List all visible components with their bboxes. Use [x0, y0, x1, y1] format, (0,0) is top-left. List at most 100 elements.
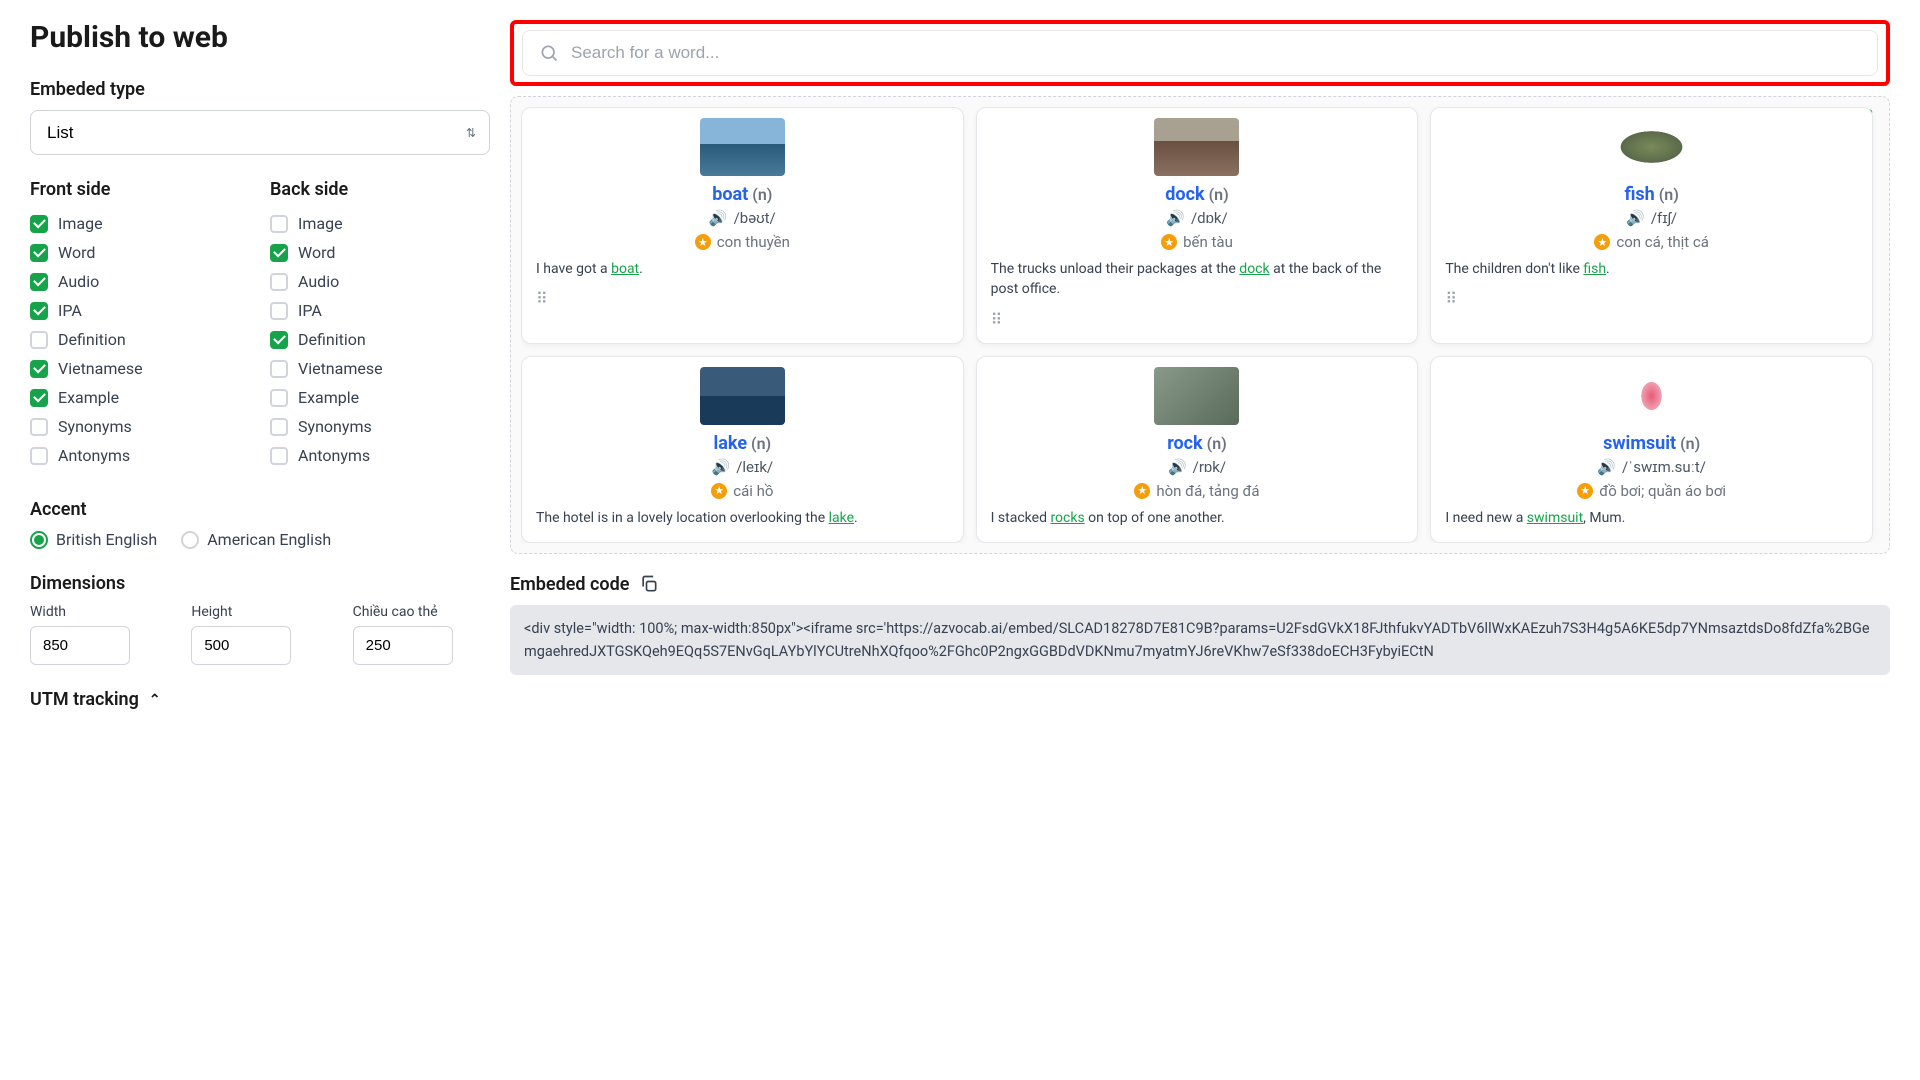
- width-input[interactable]: [30, 626, 130, 665]
- audio-icon[interactable]: 🔊: [1168, 458, 1187, 476]
- utm-label: UTM tracking: [30, 689, 139, 710]
- card-definition: cái hồ: [733, 482, 773, 500]
- back-checkbox-vietnamese[interactable]: [270, 360, 288, 378]
- vocab-card[interactable]: lake (n) 🔊 /leɪk/ ★ cái hồ The hotel is in a …: [521, 356, 964, 543]
- front-checkbox-antonyms[interactable]: [30, 447, 48, 465]
- audio-icon[interactable]: 🔊: [1166, 209, 1185, 227]
- card-image: [1609, 118, 1694, 176]
- back-option-label: IPA: [298, 301, 322, 320]
- accent-radio-british-english[interactable]: British English: [30, 530, 157, 549]
- card-definition: con cá, thịt cá: [1616, 233, 1709, 251]
- back-checkbox-synonyms[interactable]: [270, 418, 288, 436]
- front-checkbox-vietnamese[interactable]: [30, 360, 48, 378]
- vocab-card[interactable]: boat (n)🔊/bəʊt/★con thuyềnI have got a b…: [521, 107, 964, 344]
- front-checkbox-ipa[interactable]: [30, 302, 48, 320]
- front-option-label: Definition: [58, 330, 126, 349]
- example-highlight: boat: [611, 261, 639, 277]
- height-input[interactable]: [191, 626, 291, 665]
- example-highlight: dock: [1239, 261, 1269, 277]
- back-checkbox-example[interactable]: [270, 389, 288, 407]
- card-image: [1609, 367, 1694, 425]
- vocab-card[interactable]: swimsuit (n)🔊/ˈswɪm.suːt/★đồ bơi; quần á…: [1430, 356, 1873, 543]
- back-checkbox-image[interactable]: [270, 215, 288, 233]
- card-ipa: /leɪk/: [736, 458, 773, 476]
- card-word: dock: [1165, 184, 1204, 205]
- front-option-label: Example: [58, 388, 119, 407]
- back-option-label: Antonyms: [298, 446, 370, 465]
- card-pos: (n): [1655, 185, 1679, 204]
- accent-option-label: British English: [56, 530, 157, 549]
- example-highlight: fish: [1583, 261, 1606, 277]
- back-checkbox-audio[interactable]: [270, 273, 288, 291]
- front-checkbox-example[interactable]: [30, 389, 48, 407]
- chevron-up-icon: ⌃: [149, 692, 161, 708]
- audio-icon[interactable]: 🔊: [709, 209, 728, 227]
- front-option-label: Word: [58, 243, 95, 262]
- example-highlight: lake: [829, 510, 854, 526]
- vocab-card[interactable]: fish (n)🔊/fɪʃ/★con cá, thịt cáThe childr…: [1430, 107, 1873, 344]
- card-word: fish: [1624, 184, 1654, 205]
- height-label: Height: [191, 604, 328, 620]
- card-ipa: /dɒk/: [1191, 209, 1228, 227]
- front-option-label: IPA: [58, 301, 82, 320]
- card-pos: (n): [1205, 185, 1229, 204]
- card-image: [700, 367, 785, 425]
- copy-icon[interactable]: [639, 574, 659, 594]
- embed-type-select[interactable]: List: [30, 110, 490, 155]
- card-example: The trucks unload their packages at the …: [991, 259, 1404, 300]
- drag-handle-icon[interactable]: ⠿: [1445, 289, 1858, 308]
- card-image: [700, 118, 785, 176]
- star-icon: ★: [695, 234, 711, 250]
- front-checkbox-image[interactable]: [30, 215, 48, 233]
- card-definition: bến tàu: [1183, 233, 1233, 251]
- back-option-label: Word: [298, 243, 335, 262]
- card-height-input[interactable]: [353, 626, 453, 665]
- example-highlight: rocks: [1050, 510, 1084, 526]
- audio-icon[interactable]: 🔊: [1626, 209, 1645, 227]
- vocab-card[interactable]: rock (n)🔊/rɒk/★hòn đá, tảng đáI stacked …: [976, 356, 1419, 543]
- vocab-card[interactable]: dock (n) 🔊 /dɒk/ ★ bến tàu The trucks unload …: [976, 107, 1419, 344]
- embed-type-label: Embeded type: [30, 79, 490, 100]
- front-checkbox-definition[interactable]: [30, 331, 48, 349]
- card-example: The hotel is in a lovely location overlo…: [536, 508, 949, 528]
- star-icon: ★: [1577, 483, 1593, 499]
- drag-handle-icon[interactable]: ⠿: [991, 310, 1404, 329]
- card-pos: (n): [748, 185, 772, 204]
- radio-icon: [181, 531, 199, 549]
- search-input[interactable]: [571, 43, 1861, 63]
- front-option-label: Vietnamese: [58, 359, 143, 378]
- accent-radio-american-english[interactable]: American English: [181, 530, 331, 549]
- back-checkbox-antonyms[interactable]: [270, 447, 288, 465]
- front-checkbox-word[interactable]: [30, 244, 48, 262]
- accent-option-label: American English: [207, 530, 331, 549]
- star-icon: ★: [1594, 234, 1610, 250]
- card-definition: đồ bơi; quần áo bơi: [1599, 482, 1726, 500]
- card-example: The children don't like fish.: [1445, 259, 1858, 279]
- front-option-label: Synonyms: [58, 417, 132, 436]
- preview-area: ◔AZVOCAB boat (n)🔊/bəʊt/★con thuyềnI hav…: [510, 96, 1890, 554]
- star-icon: ★: [1134, 483, 1150, 499]
- card-height-label: Chiều cao thẻ: [353, 604, 490, 620]
- star-icon: ★: [1161, 234, 1177, 250]
- front-option-label: Antonyms: [58, 446, 130, 465]
- front-checkbox-audio[interactable]: [30, 273, 48, 291]
- back-option-label: Vietnamese: [298, 359, 383, 378]
- embed-code-box[interactable]: <div style="width: 100%; max-width:850px…: [510, 605, 1890, 675]
- utm-tracking-toggle[interactable]: UTM tracking ⌃: [30, 689, 490, 710]
- back-checkbox-definition[interactable]: [270, 331, 288, 349]
- back-option-label: Synonyms: [298, 417, 372, 436]
- card-image: [1154, 367, 1239, 425]
- star-icon: ★: [711, 483, 727, 499]
- card-image: [1154, 118, 1239, 176]
- audio-icon[interactable]: 🔊: [712, 458, 731, 476]
- front-option-label: Image: [58, 214, 103, 233]
- back-checkbox-ipa[interactable]: [270, 302, 288, 320]
- back-checkbox-word[interactable]: [270, 244, 288, 262]
- card-ipa: /rɒk/: [1193, 458, 1226, 476]
- front-checkbox-synonyms[interactable]: [30, 418, 48, 436]
- audio-icon[interactable]: 🔊: [1597, 458, 1616, 476]
- page-title: Publish to web: [30, 20, 490, 55]
- drag-handle-icon[interactable]: ⠿: [536, 289, 949, 308]
- dimensions-label: Dimensions: [30, 573, 490, 594]
- card-pos: (n): [747, 434, 771, 453]
